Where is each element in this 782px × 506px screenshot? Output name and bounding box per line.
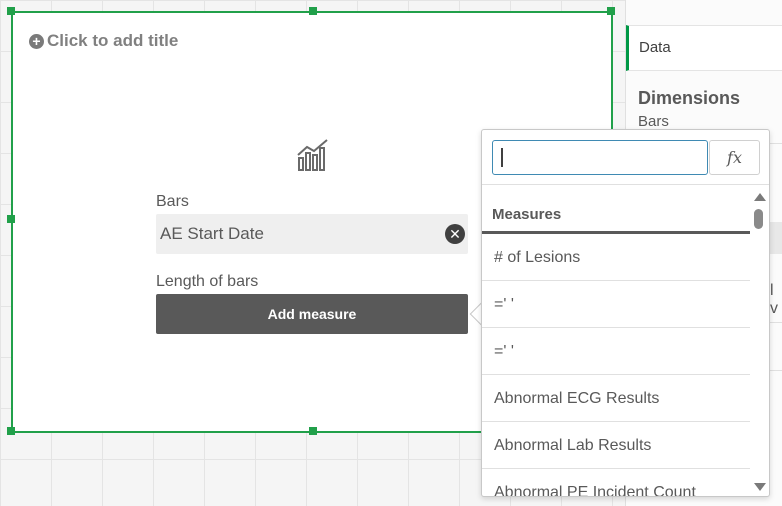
list-item[interactable]: =' ' — [482, 281, 750, 328]
list-item[interactable]: # of Lesions — [482, 234, 750, 281]
add-title-button[interactable]: + Click to add title — [29, 31, 178, 51]
list-item[interactable]: Abnormal Lab Results — [482, 422, 750, 469]
resize-handle-left[interactable] — [7, 215, 15, 223]
add-measure-button[interactable]: Add measure — [156, 294, 468, 334]
dimensions-heading[interactable]: Dimensions — [638, 88, 740, 109]
resize-handle-top-left[interactable] — [7, 7, 15, 15]
add-title-label: Click to add title — [47, 31, 179, 50]
remove-dimension-icon[interactable]: ✕ — [445, 224, 465, 244]
panel-cut-off-text: l v — [770, 282, 778, 317]
expression-editor-button[interactable]: fx — [709, 140, 760, 175]
measure-label: Length of bars — [156, 273, 259, 290]
dimension-label: Bars — [156, 193, 189, 210]
list-item[interactable]: Abnormal ECG Results — [482, 375, 750, 422]
scroll-down-icon[interactable] — [754, 483, 766, 491]
measure-search-input[interactable] — [492, 140, 708, 175]
list-item[interactable]: =' ' — [482, 328, 750, 375]
list-item[interactable]: Abnormal PE Incident Count — [482, 469, 750, 496]
search-row: fx — [482, 130, 769, 185]
measure-picker-popover: fx Measures # of Lesions =' ' =' ' Abnor… — [481, 129, 770, 497]
panel-collapsed-item[interactable] — [768, 222, 782, 254]
tab-data[interactable]: Data — [626, 25, 782, 71]
dimensions-subheading: Bars — [638, 113, 669, 130]
text-caret — [501, 148, 503, 167]
plus-circle-icon: + — [29, 33, 44, 49]
resize-handle-bottom[interactable] — [309, 427, 317, 435]
dimension-field[interactable]: AE Start Date ✕ — [156, 214, 468, 254]
bar-chart-icon — [297, 139, 328, 171]
dimension-value: AE Start Date — [160, 224, 264, 243]
list-scrollbar[interactable] — [752, 186, 769, 496]
scroll-thumb[interactable] — [754, 209, 763, 229]
resize-handle-top-right[interactable] — [607, 7, 615, 15]
scroll-up-icon[interactable] — [754, 193, 766, 201]
resize-handle-top[interactable] — [309, 7, 317, 15]
resize-handle-bottom-left[interactable] — [7, 427, 15, 435]
measures-list-heading: Measures — [482, 186, 750, 234]
measure-list: Measures # of Lesions =' ' =' ' Abnormal… — [482, 186, 750, 496]
